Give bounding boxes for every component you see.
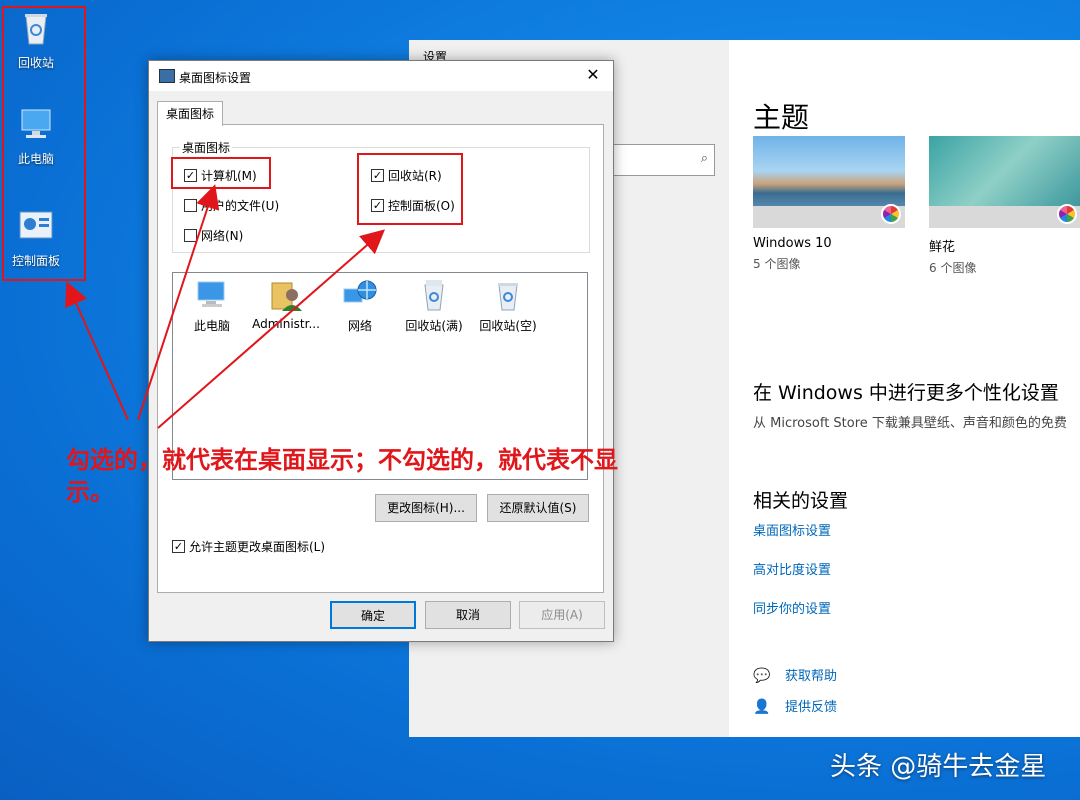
arrow-to-recycle-control (157, 229, 386, 429)
annotation-text: 勾选的，就代表在桌面显示；不勾选的，就代表不显示。 (66, 445, 618, 506)
watermark: 头条 @骑牛去金星 (830, 752, 1047, 782)
arrow-to-desktop-icons (65, 281, 129, 421)
arrow-to-computer-checkbox (137, 184, 220, 421)
tab-desktop-icons[interactable]: 桌面图标 (157, 101, 224, 126)
